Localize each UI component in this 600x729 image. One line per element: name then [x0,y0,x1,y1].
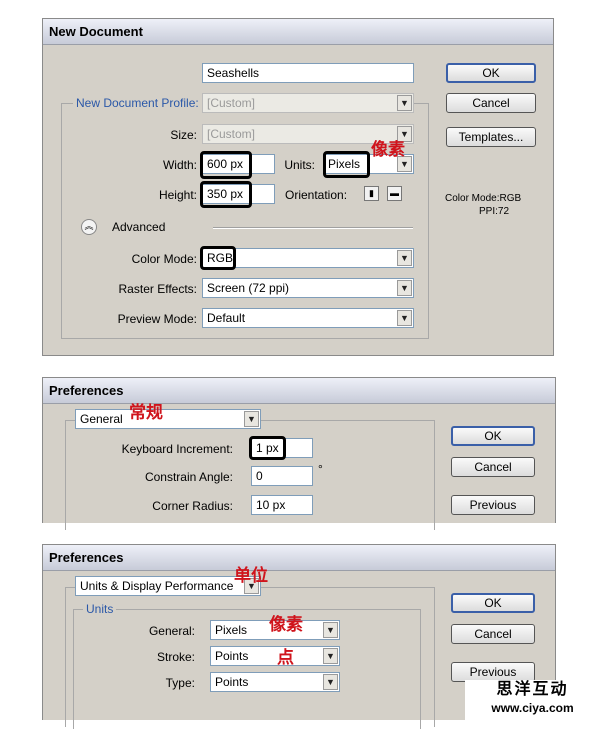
width-highlight [200,151,252,179]
preview-mode-value: Default [207,311,246,325]
chevron-down-icon: ▼ [397,280,412,296]
color-mode-highlight [200,246,236,270]
portrait-icon[interactable]: ▮ [364,186,379,201]
name-field[interactable]: Seashells [202,63,414,83]
raster-effects-value: Screen (72 ppi) [207,281,290,295]
chevron-down-icon: ▼ [323,674,338,690]
color-mode-info: Color Mode:RGB [445,193,522,204]
height-highlight [200,181,252,208]
pixels-annotation: 像素 [371,140,405,160]
preview-mode-label: Preview Mode: [117,312,197,326]
width-label: Width: [162,158,197,172]
type-units-select[interactable]: Points ▼ [210,672,340,692]
watermark-url: www.ciya.com [491,701,574,715]
raster-effects-label: Raster Effects: [118,282,197,296]
general-units-label: General: [148,624,195,638]
stroke-units-label: Stroke: [156,650,195,664]
constrain-angle-field[interactable]: 0 [251,466,313,486]
dialog-title: Preferences [43,545,555,571]
general-units-value: Pixels [215,623,248,637]
landscape-icon[interactable]: ▬ [387,186,402,201]
stroke-units-select[interactable]: Points ▼ [210,646,340,666]
profile-select[interactable]: [Custom] ▼ [202,93,414,113]
units-legend: Units [83,602,117,616]
height-label: Height: [158,188,197,202]
chevron-down-icon: ▼ [397,250,412,266]
general-annotation: 常规 [129,403,163,423]
keyboard-increment-highlight [249,436,286,460]
previous-button[interactable]: Previous [451,495,535,515]
ok-button[interactable]: OK [446,63,536,83]
units-annotation: 单位 [234,566,268,586]
chevron-down-icon: ▼ [397,95,412,111]
dialog-title: New Document [43,19,553,45]
ppi-info: PPI:72 [479,206,510,217]
cancel-button[interactable]: Cancel [451,457,535,477]
preview-mode-select[interactable]: Default ▼ [202,308,414,328]
size-value: [Custom] [207,127,256,141]
advanced-separator [213,227,413,229]
chevron-down-icon: ▼ [323,648,338,664]
orientation-label: Orientation: [285,188,348,202]
degree-symbol: ° [318,462,323,476]
collapse-icon[interactable]: ︽ [81,219,97,235]
units-highlight [323,151,370,178]
cancel-button[interactable]: Cancel [451,624,535,644]
section-value: Units & Display Performance [80,579,234,593]
type-units-label: Type: [165,676,195,690]
size-label: Size: [170,128,197,142]
points-annotation: 点 [277,648,294,668]
previous-button[interactable]: Previous [451,662,535,682]
cancel-button[interactable]: Cancel [446,93,536,113]
templates-button[interactable]: Templates... [446,127,536,147]
pixels-annotation: 像素 [269,615,303,635]
section-select[interactable]: General ▼ [75,409,261,429]
profile-value: [Custom] [207,96,256,110]
watermark: 思洋互动 www.ciya.com [465,680,600,720]
ok-button[interactable]: OK [451,426,535,446]
stroke-units-value: Points [215,649,249,663]
constrain-angle-label: Constrain Angle: [144,470,233,484]
advanced-label: Advanced [112,220,166,234]
chevron-down-icon: ▼ [244,411,259,427]
ok-button[interactable]: OK [451,593,535,613]
corner-radius-field[interactable]: 10 px [251,495,313,515]
new-document-dialog: New Document Name: Seashells OK Cancel T… [42,18,554,356]
keyboard-increment-label: Keyboard Increment: [121,442,233,456]
chevron-down-icon: ▼ [397,310,412,326]
corner-radius-label: Corner Radius: [152,499,233,513]
chevron-down-icon: ▼ [323,622,338,638]
units-label: Units: [284,158,315,172]
section-value: General [80,412,123,426]
profile-label: New Document Profile: [73,96,202,110]
type-units-value: Points [215,675,249,689]
raster-effects-select[interactable]: Screen (72 ppi) ▼ [202,278,414,298]
preferences-general-dialog: Preferences General ▼ 常规 Keyboard Increm… [42,377,556,530]
watermark-title: 思洋互动 [496,681,569,698]
color-mode-label: Color Mode: [131,252,197,266]
dialog-title: Preferences [43,378,555,404]
